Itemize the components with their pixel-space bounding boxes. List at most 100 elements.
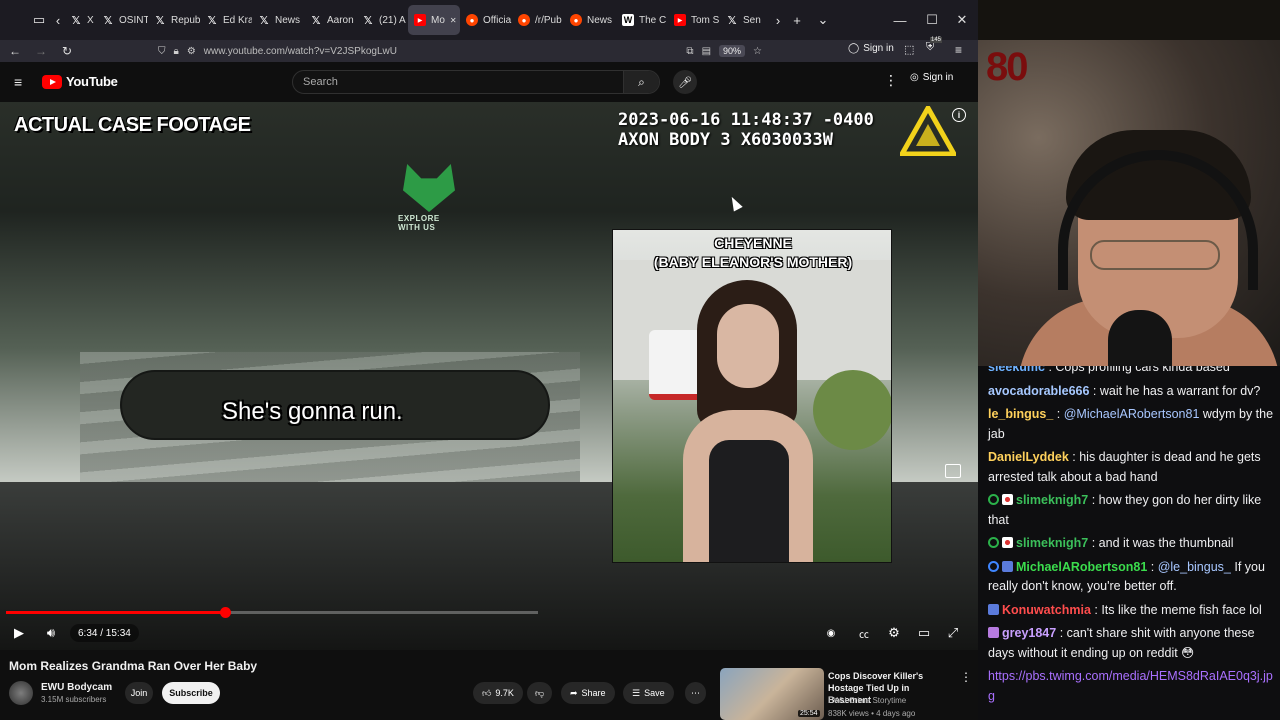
chat-username[interactable]: sleekumc	[988, 366, 1045, 374]
chat-mention[interactable]: @le_bingus_	[1158, 560, 1231, 574]
browser-tab[interactable]: 𝕏 OSINT	[96, 5, 148, 35]
chat-username[interactable]: MichaelARobertson81	[1016, 560, 1147, 574]
volume-icon[interactable]: 🔊︎	[40, 624, 62, 642]
tab-label: News	[587, 14, 613, 26]
browser-tab[interactable]: 𝕏 Repub	[148, 5, 200, 35]
progress-scrubber[interactable]	[219, 607, 231, 618]
info-icon[interactable]: i	[952, 108, 966, 122]
close-tab-icon[interactable]: ✕	[450, 16, 457, 25]
browser-tab[interactable]: ● Officia	[460, 5, 512, 35]
tab-overview-icon[interactable]: ▭	[26, 7, 52, 33]
video-player[interactable]: EXPLORE WITH US ACTUAL CASE FOOTAGE 2023…	[0, 102, 978, 650]
miniplayer-icon[interactable]	[945, 464, 961, 478]
dislike-button[interactable]: 👎︎	[527, 682, 553, 704]
browser-tab[interactable]: 𝕏X	[64, 5, 96, 35]
theater-mode-icon[interactable]: ▭	[913, 624, 935, 642]
recommended-video[interactable]: 25:54 Cops Discover Killer's Hostage Tie…	[720, 668, 978, 720]
youtube-logo[interactable]: YouTube	[42, 74, 118, 89]
bookmark-star-icon[interactable]: ☆	[753, 46, 762, 57]
fullscreen-icon[interactable]: ⤢	[942, 624, 964, 642]
settings-kebab-icon[interactable]: ⋮	[884, 72, 898, 89]
picture-in-picture-icon[interactable]: ⧉	[686, 46, 693, 57]
watermark-text: EXPLORE WITH US	[398, 214, 440, 232]
youtube-sign-in-button[interactable]: ◎ Sign in	[910, 72, 953, 83]
webcam-top-strip	[978, 0, 1280, 40]
like-button[interactable]: 👍︎ 9.7K	[473, 682, 523, 704]
app-menu-icon[interactable]: ≡	[955, 43, 962, 57]
search-button[interactable]: ⌕	[623, 71, 659, 93]
tab-label: News	[275, 14, 301, 26]
more-actions-icon[interactable]: ⋯	[685, 682, 706, 704]
youtube-logo-text: YouTube	[66, 74, 118, 89]
permissions-icon[interactable]: ⚙	[187, 46, 196, 57]
tab-scroll-right-icon[interactable]: ›	[772, 7, 784, 33]
maximize-icon[interactable]: ☐	[916, 0, 948, 40]
tab-scroll-left-icon[interactable]: ‹	[52, 7, 64, 33]
timestamp-line-2: AXON BODY 3 X6030033W	[618, 130, 833, 150]
channel-avatar[interactable]	[9, 681, 33, 705]
recommended-menu-icon[interactable]: ⋮	[960, 670, 972, 684]
browser-tab[interactable]: 𝕏 Sen	[720, 5, 772, 35]
search-icon: ⌕	[638, 74, 645, 89]
address-bar[interactable]: ⛉ 🔒︎ ⚙ www.youtube.com/watch?v=V2JSPkogL…	[150, 41, 770, 61]
browser-tab[interactable]: 𝕏 News	[252, 5, 304, 35]
tab-label: Mo	[431, 14, 445, 26]
subscribe-button[interactable]: Subscribe	[162, 682, 220, 704]
chat-mention[interactable]: @MichaelARobertson81	[1064, 407, 1200, 421]
progress-bar[interactable]	[6, 607, 538, 618]
chat-link[interactable]: https://pbs.twimg.com/media/HEMS8dRaIAE0…	[988, 669, 1273, 703]
settings-gear-icon[interactable]: ⚙	[883, 624, 905, 642]
channel-name[interactable]: EWU Bodycam	[41, 682, 112, 693]
browser-tab[interactable]: W The C	[616, 5, 668, 35]
bodycam-timestamp: 2023-06-16 11:48:37 -0400 AXON BODY 3 X6…	[618, 110, 874, 150]
url-text[interactable]: www.youtube.com/watch?v=V2JSPkogLwU	[204, 46, 397, 57]
forward-icon[interactable]: →	[28, 40, 54, 62]
tab-list: 𝕏 X 𝕏 OSINT 𝕏 Repub 𝕏 Ed Kra 𝕏 News 𝕏 Aaron 𝕏 (21) A ▶…	[64, 5, 772, 35]
new-tab-icon[interactable]: +	[784, 7, 810, 33]
browser-tab[interactable]: ● News	[564, 5, 616, 35]
chat-username[interactable]: slimeknigh7	[1016, 536, 1088, 550]
captions-icon[interactable]: ㏄	[853, 624, 875, 642]
play-icon[interactable]: ▶	[8, 624, 30, 642]
browser-tab[interactable]: 𝕏 Aaron	[304, 5, 356, 35]
search-input[interactable]: Search ⌕	[292, 70, 660, 94]
reload-icon[interactable]: ↻	[54, 40, 80, 62]
chat-username[interactable]: avocadorable666	[988, 384, 1089, 398]
chat-username[interactable]: Konuwatchmia	[1002, 603, 1091, 617]
chat-separator: :	[1088, 536, 1099, 550]
close-window-icon[interactable]: ✕	[946, 0, 978, 40]
share-button[interactable]: ➦ Share	[561, 682, 615, 704]
chat-username[interactable]: slimeknigh7	[1016, 493, 1088, 507]
chat-message: slimeknigh7 : how they gon do her dirty …	[988, 491, 1274, 530]
shield-icon[interactable]: ⛉	[158, 46, 166, 57]
minimize-icon[interactable]: —	[884, 0, 916, 40]
autoplay-toggle-icon[interactable]: ◉	[820, 624, 842, 642]
join-button[interactable]: Join	[125, 682, 153, 704]
browser-tab[interactable]: 𝕏 (21) A	[356, 5, 408, 35]
back-icon[interactable]: ←	[2, 40, 28, 62]
browser-tab[interactable]: ▶ Mo ✕	[408, 5, 460, 35]
video-subtitle: She's gonna run.	[222, 398, 403, 425]
tab-label: /r/Pub	[535, 14, 562, 26]
zoom-level[interactable]: 90%	[719, 45, 746, 57]
chat-message: avocadorable666 : wait he has a warrant …	[988, 382, 1274, 402]
save-button[interactable]: ☰ Save	[623, 682, 674, 704]
lock-icon[interactable]: 🔒︎	[174, 46, 179, 57]
youtube-icon: ▶	[414, 14, 426, 26]
chat-username[interactable]: DanielLyddek	[988, 450, 1069, 464]
chat-username[interactable]: grey1847	[1002, 626, 1056, 640]
extensions-icon[interactable]: ⬚	[904, 43, 914, 56]
ublock-icon[interactable]: ⛨ 145	[926, 37, 943, 54]
browser-tab[interactable]: ▶ Tom S	[668, 5, 720, 35]
voice-search-mic-icon[interactable]: 🎤︎	[673, 70, 697, 94]
chat-username[interactable]: le_bingus_	[988, 407, 1053, 421]
chat-separator: :	[1089, 383, 1100, 398]
browser-sign-in[interactable]: ◯ Sign in	[848, 43, 894, 54]
chat-message: Konuwatchmia : Its like the meme fish fa…	[988, 601, 1274, 621]
tab-list-dropdown-icon[interactable]: ⌄	[810, 7, 836, 33]
tab-label: Officia	[483, 14, 512, 26]
reader-view-icon[interactable]: ▤	[702, 46, 711, 57]
browser-tab[interactable]: ● /r/Pub	[512, 5, 564, 35]
browser-tab[interactable]: 𝕏 Ed Kra	[200, 5, 252, 35]
hamburger-menu-icon[interactable]: ≡	[14, 74, 22, 90]
